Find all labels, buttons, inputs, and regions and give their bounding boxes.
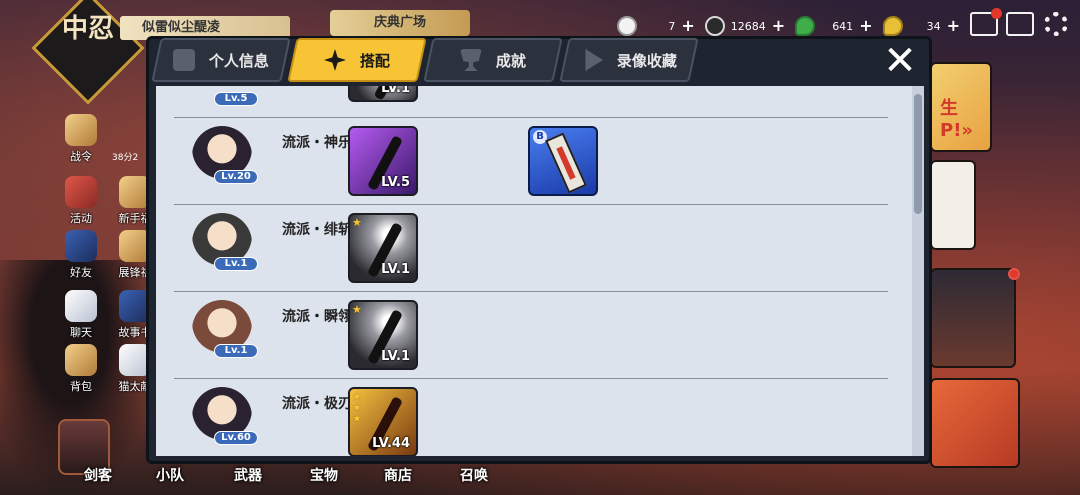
resource-value: 641 [832,19,854,33]
level-badge: Lv.1 [214,344,258,358]
level-badge: Lv.20 [214,170,258,184]
scrollbar-track[interactable] [912,86,924,456]
weapon-level: LV.1 [381,349,410,364]
add-icon[interactable]: + [681,18,694,34]
pass-counter: 38分2 [112,153,139,163]
star-icon: ★ [352,412,362,425]
style-name: 流派・绯斩 [282,222,352,238]
nav-shop[interactable]: 商店 [384,465,412,485]
coin-icon [704,16,725,36]
tab-profile[interactable]: 个人信息 [151,38,291,82]
weapon-level: LV.44 [372,436,410,451]
resource-green-gem: 641 + [795,14,873,38]
style-name: 流派・极刃 [282,396,352,412]
resource-value: 34 [926,19,941,33]
resource-bar: 7 + 12684 + 641 + 34 + [617,14,960,38]
list-item[interactable]: Lv.60 流派・极刃 ★ ★ ★ LV.44 [174,379,888,456]
star-icon: ★ [352,303,362,316]
weapon-level: LV.1 [381,86,410,96]
sidebar-item-pass[interactable]: 战令 [56,114,106,164]
mail-icon[interactable] [970,8,1002,36]
tab-replays[interactable]: 录像收藏 [559,38,699,82]
list-item[interactable]: Lv.20 流派・神乐 LV.5 B [174,118,888,205]
scroll-card-icon [545,132,587,194]
weapon-slot[interactable]: ★ ★ ★ LV.44 [348,387,418,456]
profile-icon [172,49,195,71]
weapon-level: LV.5 [381,175,410,190]
nav-swordsman[interactable]: 剑客 [84,465,112,485]
notification-dot [1008,268,1020,280]
nav-team[interactable]: 小队 [156,465,184,485]
skill-card[interactable]: B [528,126,598,196]
add-icon[interactable]: + [859,18,872,34]
play-icon [581,49,603,71]
gear-icon[interactable] [1044,12,1068,36]
event-card[interactable]: 生 P!» [930,62,992,152]
resource-yellow-gem: 34 + [882,14,960,38]
add-icon[interactable]: + [772,18,785,34]
sidebar-item-label: 聊天 [70,326,92,339]
close-button[interactable]: ✕ [880,41,920,82]
weapon-slot[interactable]: ★ LV.1 [348,300,418,370]
level-badge: Lv.1 [214,257,258,271]
star-icon: ★ [352,216,362,229]
tab-label: 成就 [495,51,526,70]
rank-emblem-text: 中忍 [61,14,114,44]
green-gem-icon [795,16,816,36]
resource-value: 7 [668,19,676,33]
nav-summon[interactable]: 召唤 [460,465,488,485]
list-item[interactable]: Lv.1 流派・瞬翎 ★ LV.1 [174,292,888,379]
sketch-card[interactable] [930,160,976,250]
list-item[interactable]: Lv.5 LV.1 [174,86,888,118]
notice-board-icon[interactable] [1006,12,1034,36]
style-name: 流派・神乐 [282,135,352,151]
nav-treasure[interactable]: 宝物 [310,465,338,485]
weapon-level: LV.1 [381,262,410,277]
sidebar-item-label: 好友 [70,266,92,279]
bag-icon [65,344,97,376]
sidebar-item-bag[interactable]: 背包 [56,344,106,394]
ninja-icon [65,230,97,262]
resource-cat-coin: 7 + [617,14,695,38]
sidebar-item-activity[interactable]: 活动 [56,176,106,226]
tab-label: 个人信息 [208,51,269,70]
cat-coin-icon [617,16,638,36]
sidebar-item-label: 背包 [70,380,92,393]
loadout-list[interactable]: Lv.5 LV.1 Lv.20 流派・神乐 LV.5 B Lv.1 流派・绯斩 … [156,86,924,456]
event-card-label: 生 P!» [940,98,974,141]
sidebar-item-label: 活动 [70,212,92,225]
sidebar-item-chat[interactable]: 聊天 [56,290,106,340]
weapon-slot[interactable]: LV.1 [348,86,418,102]
castle-card[interactable] [930,268,1016,368]
resource-value: 12684 [730,19,766,33]
level-badge: Lv.60 [214,431,258,445]
notification-dot [991,8,1002,19]
weapon-slot[interactable]: ★ LV.1 [348,213,418,283]
tab-achievements[interactable]: 成就 [423,38,563,82]
list-item[interactable]: Lv.1 流派・绯斩 ★ LV.1 [174,205,888,292]
loadout-list-inner: Lv.5 LV.1 Lv.20 流派・神乐 LV.5 B Lv.1 流派・绯斩 … [156,86,912,456]
trophy-icon [460,49,482,71]
weapon-slot[interactable]: LV.5 [348,126,418,196]
tab-loadout[interactable]: 搭配 [287,38,427,82]
nav-weapon[interactable]: 武器 [234,465,262,485]
resource-coin: 12684 + [704,14,785,38]
tab-label: 搭配 [359,51,390,70]
sidebar-item-label: 战令 [70,150,92,163]
level-badge: Lv.5 [214,92,258,106]
plaza-button[interactable]: 庆典广场 [330,10,470,36]
scroll-icon [65,114,97,146]
chat-icon [65,290,97,322]
shuriken-icon [324,49,346,71]
add-icon[interactable]: + [947,18,960,34]
sidebar-item-friends[interactable]: 好友 [56,230,106,280]
fire-card[interactable] [930,378,1020,468]
tab-bar: 个人信息 搭配 成就 录像收藏 [151,38,699,86]
yellow-gem-icon [882,16,903,36]
top-icon-group [970,8,1034,36]
scrollbar-thumb[interactable] [914,94,922,214]
style-name: 流派・瞬翎 [282,309,352,325]
torii-icon [65,176,97,208]
tab-label: 录像收藏 [616,51,677,70]
